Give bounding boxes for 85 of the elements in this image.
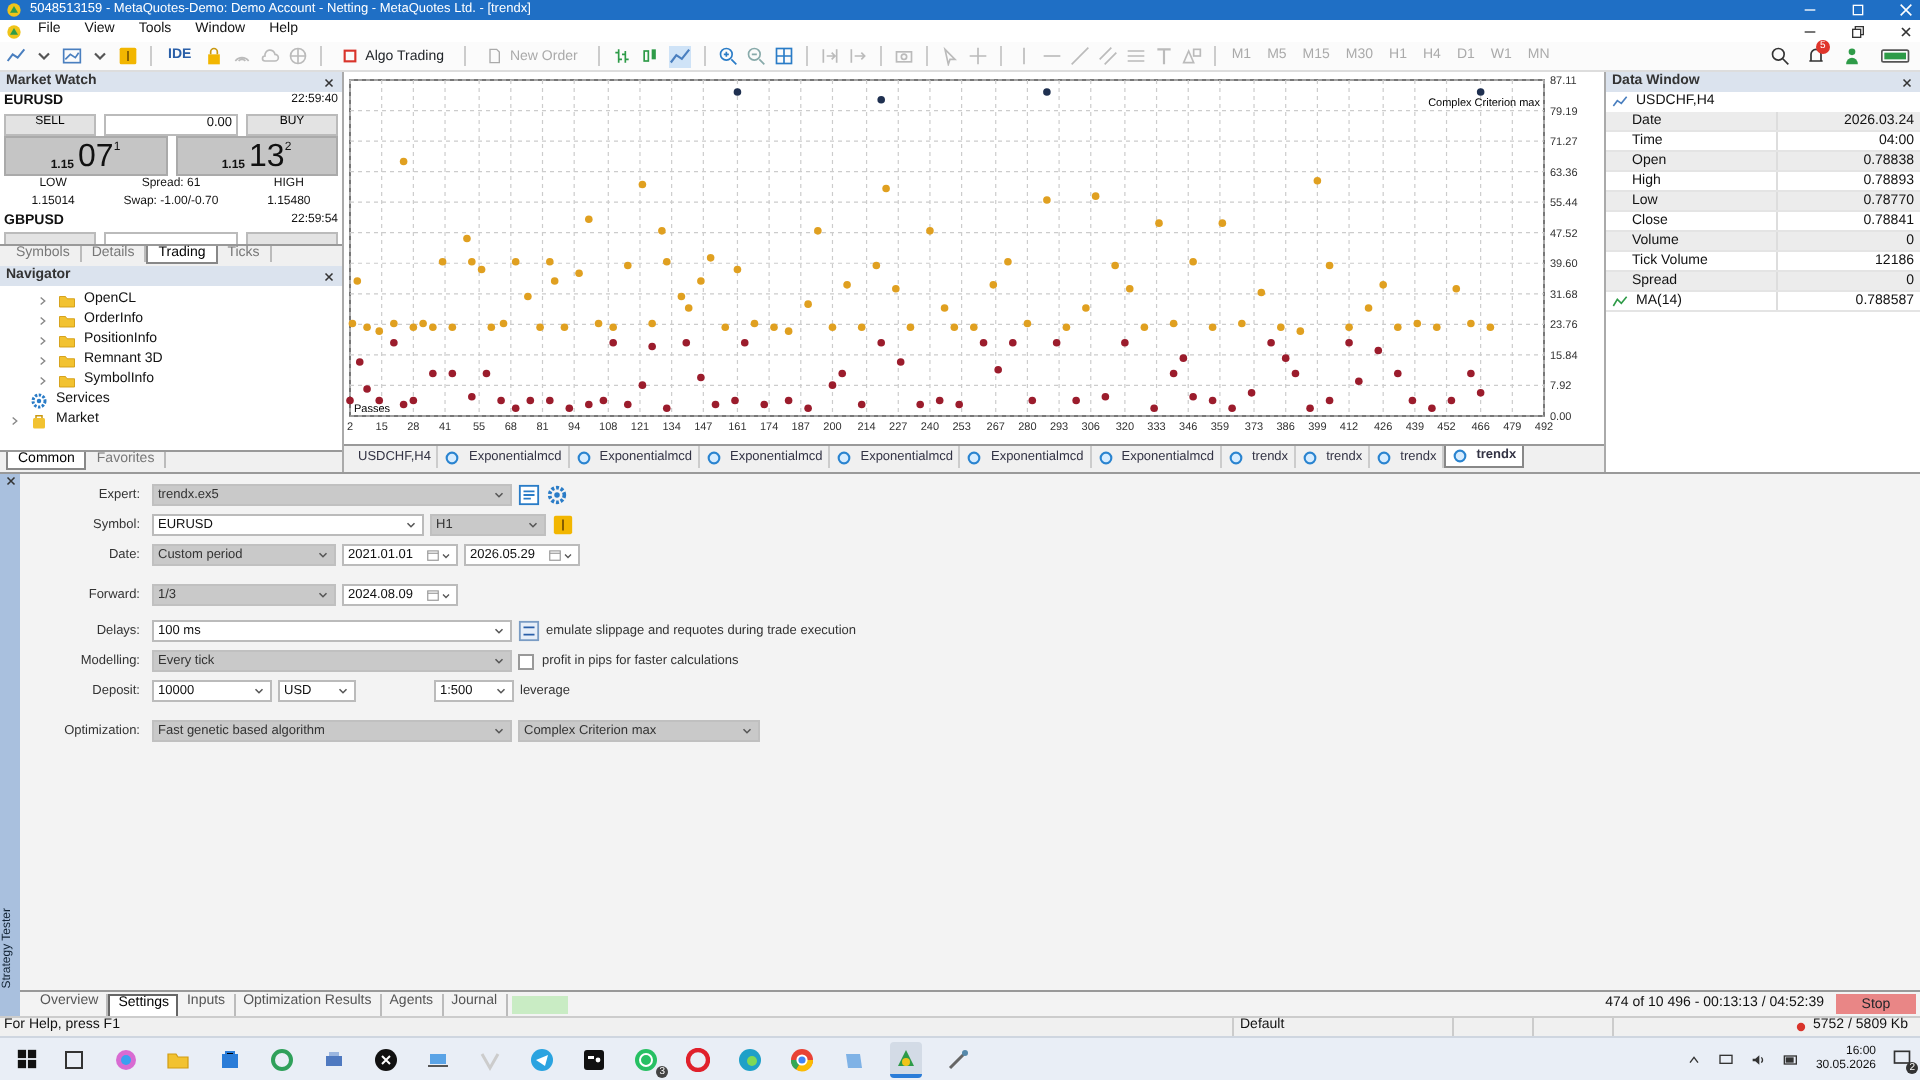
- caret-icon: [404, 518, 418, 532]
- line-chart-icon[interactable]: [667, 45, 692, 67]
- calendar-icon: [426, 548, 440, 562]
- candles-icon[interactable]: [639, 46, 660, 66]
- calendar-icon: [548, 548, 562, 562]
- template-icon[interactable]: [62, 46, 82, 66]
- close-icon[interactable]: [322, 269, 336, 283]
- optimization-icon: [444, 449, 461, 465]
- caret-icon: [492, 724, 506, 738]
- caret-icon: [440, 549, 452, 561]
- shift-icon[interactable]: [847, 46, 868, 66]
- optimization-icon: [1302, 449, 1319, 465]
- speaker-icon[interactable]: [1749, 1051, 1766, 1067]
- optimization-icon: [705, 449, 722, 465]
- scroll-icon[interactable]: [819, 46, 840, 66]
- caret-icon: [336, 684, 350, 698]
- trend-line-icon[interactable]: [1069, 46, 1090, 66]
- caret-icon: [740, 724, 754, 738]
- expand-icon[interactable]: [36, 293, 50, 307]
- optimization-icon: [836, 449, 853, 465]
- optimization-icon: [1452, 448, 1469, 464]
- expand-icon[interactable]: [36, 353, 50, 367]
- zoom-in-icon[interactable]: [717, 46, 738, 66]
- dollar-icon: [552, 514, 574, 536]
- caret-icon: [492, 624, 506, 638]
- optimization-icon: [1227, 449, 1244, 465]
- globe-icon[interactable]: [287, 46, 308, 66]
- dollar-button[interactable]: [552, 514, 574, 536]
- lock-icon[interactable]: [203, 46, 224, 66]
- caret-icon: [316, 548, 330, 562]
- caret-icon: [494, 684, 508, 698]
- expand-icon[interactable]: [36, 313, 50, 327]
- gear-button[interactable]: [546, 484, 568, 506]
- gear-icon: [30, 391, 48, 409]
- gear-icon: [546, 484, 568, 506]
- close-icon[interactable]: [1898, 23, 1914, 39]
- grid-icon[interactable]: [773, 46, 794, 66]
- close-icon[interactable]: [1900, 75, 1914, 89]
- indicator-line-icon: [1612, 293, 1628, 309]
- optimization-icon: [575, 449, 592, 465]
- ide-icon: [518, 484, 540, 506]
- caret-icon: [252, 684, 266, 698]
- ide-button[interactable]: [518, 484, 540, 506]
- caret-icon: [562, 549, 574, 561]
- notification-icon[interactable]: [1892, 1048, 1912, 1069]
- line-chart-icon[interactable]: [6, 46, 26, 66]
- monitor-icon[interactable]: [1717, 1051, 1734, 1067]
- dollar-icon[interactable]: [118, 46, 138, 66]
- checkbox[interactable]: [518, 653, 534, 669]
- search-icon[interactable]: [1770, 45, 1790, 66]
- bell-icon[interactable]: [1806, 45, 1826, 66]
- zoom-out-icon[interactable]: [745, 46, 766, 66]
- line-chart-icon: [1612, 94, 1628, 110]
- battery-icon[interactable]: [1781, 1051, 1800, 1067]
- document-icon: [485, 48, 502, 64]
- optimization-icon: [966, 449, 983, 465]
- calendar-icon: [426, 588, 440, 602]
- caret-icon: [316, 588, 330, 602]
- chevron-up-icon[interactable]: [1685, 1051, 1702, 1067]
- status-dot-icon: [1795, 1021, 1805, 1032]
- close-icon[interactable]: [322, 75, 336, 89]
- camera-icon[interactable]: [893, 46, 914, 66]
- cloud-icon[interactable]: [259, 46, 280, 66]
- restore-icon[interactable]: [1850, 23, 1866, 39]
- shapes-icon[interactable]: [1181, 46, 1202, 66]
- sliders-button[interactable]: [518, 620, 540, 642]
- channel-icon[interactable]: [1097, 46, 1118, 66]
- caret-icon: [492, 488, 506, 502]
- text-icon[interactable]: [1153, 46, 1174, 66]
- caret-icon: [492, 654, 506, 668]
- caret-icon: [440, 589, 452, 601]
- expand-icon[interactable]: [36, 333, 50, 347]
- cursor-icon[interactable]: [939, 46, 960, 66]
- windows-logo-icon[interactable]: [16, 1048, 38, 1070]
- close-icon[interactable]: [3, 474, 17, 488]
- maximize-icon[interactable]: [1850, 2, 1866, 18]
- sliders-icon: [518, 620, 540, 642]
- bars-icon[interactable]: [611, 46, 632, 66]
- optimization-icon: [1097, 449, 1114, 465]
- expand-icon[interactable]: [36, 373, 50, 387]
- caret-icon: [526, 518, 540, 532]
- expand-icon[interactable]: [8, 413, 22, 427]
- optimization-icon: [1376, 449, 1393, 465]
- battery-icon: [1878, 45, 1914, 66]
- bag-icon: [30, 411, 48, 429]
